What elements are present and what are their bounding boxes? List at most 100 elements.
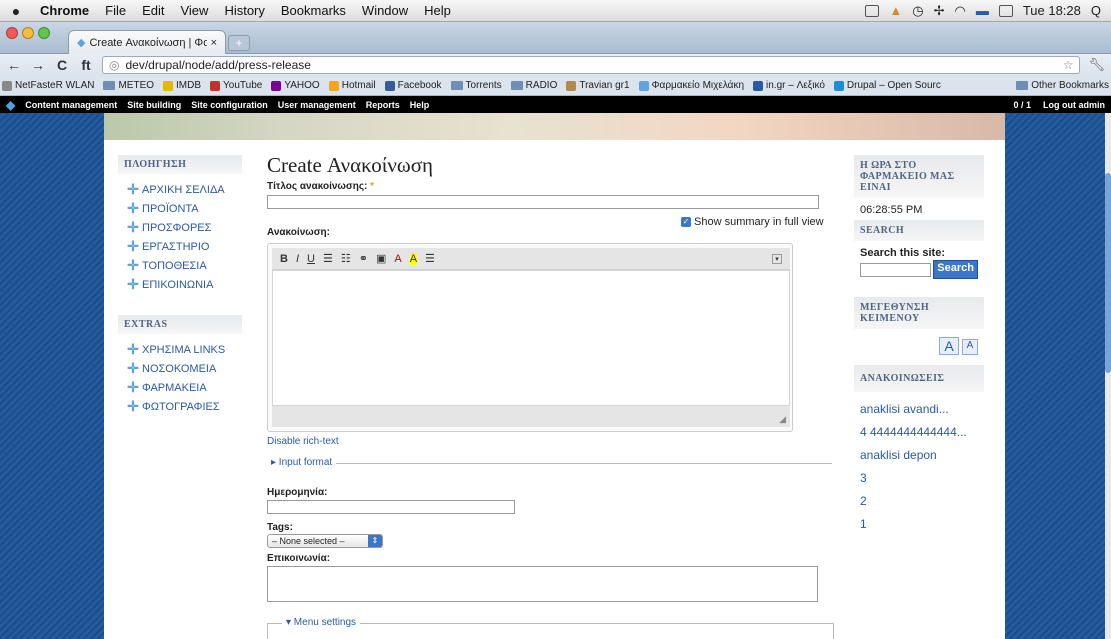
extras-item-pharmacies[interactable]: ✛ ΦΑΡΜΑΚΕΙΑ (126, 378, 242, 397)
bookmark-star-icon[interactable]: ☆ (1063, 58, 1074, 72)
resize-handle-icon[interactable]: ◢ (779, 414, 786, 425)
nav-item-products[interactable]: ✛ ΠΡΟΪΟΝΤΑ (126, 199, 242, 218)
bookmark-item[interactable]: Φαρμακείο Μιχελάκη (638, 80, 744, 91)
menu-chrome[interactable]: Chrome (32, 3, 97, 18)
menu-edit[interactable]: Edit (134, 3, 172, 18)
italic-icon[interactable]: I (296, 253, 299, 265)
search-button[interactable]: Search (933, 260, 978, 279)
menubar-clock[interactable]: Tue 18:28 (1023, 3, 1081, 18)
zoom-window-icon[interactable] (38, 27, 50, 39)
announcement-link[interactable]: anaklisi depon (860, 448, 978, 463)
admin-help[interactable]: Help (410, 100, 430, 110)
numbered-list-icon[interactable]: ☷ (341, 252, 351, 265)
tab-active[interactable]: ◆ Create Ανακοίνωση | Φαρμα × (68, 30, 226, 54)
extras-item-links[interactable]: ✛ ΧΡΗΣΙΜΑ LINKS (126, 340, 242, 359)
battery-icon[interactable] (998, 4, 1013, 17)
tags-select[interactable]: – None selected – ⇕ (267, 534, 383, 548)
bookmark-item[interactable]: YouTube (210, 80, 262, 91)
bookmark-item[interactable]: METEO (103, 80, 154, 91)
menu-history[interactable]: History (216, 3, 272, 18)
nav-item-home[interactable]: ✛ ΑΡΧΙΚΗ ΣΕΛΙΔΑ (126, 180, 242, 199)
bookmark-item[interactable]: Hotmail (328, 80, 376, 91)
blockquote-icon[interactable]: ☰ (425, 252, 435, 265)
font-increase-button[interactable]: A (939, 337, 959, 355)
admin-user-management[interactable]: User management (278, 100, 356, 110)
admin-reports[interactable]: Reports (366, 100, 400, 110)
announcement-link[interactable]: 1 (860, 517, 978, 532)
nav-item-offers[interactable]: ✛ ΠΡΟΣΦΟΡΕΣ (126, 218, 242, 237)
underline-icon[interactable]: U (307, 253, 315, 265)
nav-item-lab[interactable]: ✛ ΕΡΓΑΣΤΗΡΙΟ (126, 237, 242, 256)
bullet-list-icon[interactable]: ☰ (323, 252, 333, 265)
announcement-link[interactable]: 4 4444444444444... (860, 425, 978, 440)
wrench-icon[interactable]: 🔧︎ (1088, 57, 1105, 73)
back-button[interactable]: ← (6, 57, 22, 73)
page-info-icon[interactable]: ◎ (109, 58, 119, 72)
admin-logout-link[interactable]: Log out admin (1043, 100, 1105, 110)
bookmark-item[interactable]: Torrents (450, 80, 502, 91)
bookmark-item[interactable]: YAHOO (271, 80, 320, 91)
apple-icon[interactable]: ● (0, 3, 32, 19)
admin-content-management[interactable]: Content management (25, 100, 117, 110)
bookmark-item[interactable]: IMDB (163, 80, 201, 91)
admin-site-configuration[interactable]: Site configuration (191, 100, 268, 110)
extras-item-photos[interactable]: ✛ ΦΩΤΟΓΡΑΦΙΕΣ (126, 397, 242, 416)
announcement-link[interactable]: anaklisi avandi... (860, 402, 978, 417)
bookmark-item[interactable]: RADIO (510, 80, 557, 91)
menu-view[interactable]: View (172, 3, 216, 18)
close-window-icon[interactable] (6, 27, 18, 39)
checkbox-checked-icon[interactable]: ✓ (681, 217, 691, 227)
home-button[interactable]: ft (78, 57, 94, 73)
bookmark-item[interactable]: NetFasteR WLAN (2, 80, 94, 91)
header-banner (104, 113, 1005, 140)
nav-item-contact[interactable]: ✛ ΕΠΙΚΟΙΝΩΝΙΑ (126, 275, 242, 294)
menu-file[interactable]: File (97, 3, 134, 18)
extras-item-hospitals[interactable]: ✛ ΝΟΣΟΚΟΜΕΙΑ (126, 359, 242, 378)
flag-icon[interactable]: ▬ (976, 3, 989, 18)
bookmark-item[interactable]: in.gr – Λεξικό (753, 80, 825, 91)
drupal-logo-icon[interactable]: ◆ (6, 98, 15, 112)
announcement-link[interactable]: 3 (860, 471, 978, 486)
contact-textarea[interactable] (267, 566, 818, 602)
reload-button[interactable]: C (54, 57, 70, 73)
search-input[interactable] (860, 263, 932, 277)
page-scrollbar[interactable] (1105, 113, 1111, 639)
bluetooth-icon[interactable]: ✢ (934, 3, 945, 19)
image-icon[interactable]: ▣ (376, 252, 386, 265)
date-input[interactable] (267, 500, 515, 514)
font-color-icon[interactable]: A (394, 253, 401, 265)
scrollbar-thumb[interactable] (1105, 173, 1111, 373)
input-format-toggle[interactable]: ▸ Input format (267, 457, 337, 468)
link-icon[interactable]: ⚭ (359, 252, 368, 265)
menu-settings-toggle[interactable]: ▾ Menu settings (282, 617, 361, 628)
address-bar[interactable]: ◎ dev/drupal/node/add/press-release ☆ (102, 56, 1081, 74)
disable-rich-text-link[interactable]: Disable rich-text (267, 436, 339, 447)
wifi-icon[interactable]: ◠ (954, 3, 965, 19)
summary-checkbox-row[interactable]: ✓ Show summary in full view (681, 216, 824, 228)
menu-help[interactable]: Help (416, 3, 459, 18)
bookmark-item[interactable]: Travian gr1 (566, 80, 630, 91)
other-bookmarks[interactable]: Other Bookmarks (1016, 80, 1109, 91)
announcement-link[interactable]: 2 (860, 494, 978, 509)
tab-close-icon[interactable]: × (211, 37, 217, 49)
time-machine-icon[interactable]: ◷ (912, 3, 923, 19)
bookmark-item[interactable]: Drupal – Open Sourc (833, 80, 941, 91)
menu-bookmarks[interactable]: Bookmarks (273, 3, 354, 18)
spotlight-icon[interactable]: Q (1091, 3, 1101, 18)
bookmark-item[interactable]: Facebook (384, 80, 442, 91)
editor-menu-icon[interactable]: ▾ (772, 253, 782, 264)
nav-item-location[interactable]: ✛ ΤΟΠΟΘΕΣΙΑ (126, 256, 242, 275)
menu-window[interactable]: Window (354, 3, 416, 18)
new-tab-button[interactable]: + (228, 35, 250, 51)
mail-icon[interactable] (865, 4, 880, 17)
user-icon[interactable]: ▲ (889, 3, 902, 18)
admin-site-building[interactable]: Site building (127, 100, 181, 110)
font-decrease-button[interactable]: A (962, 339, 978, 355)
bold-icon[interactable]: B (280, 253, 288, 265)
bookmark-label: YAHOO (284, 80, 320, 91)
title-input[interactable] (267, 195, 819, 209)
highlight-icon[interactable]: A (409, 252, 418, 265)
minimize-window-icon[interactable] (22, 27, 34, 39)
forward-button[interactable]: → (30, 57, 46, 73)
editor-body[interactable] (272, 270, 790, 406)
